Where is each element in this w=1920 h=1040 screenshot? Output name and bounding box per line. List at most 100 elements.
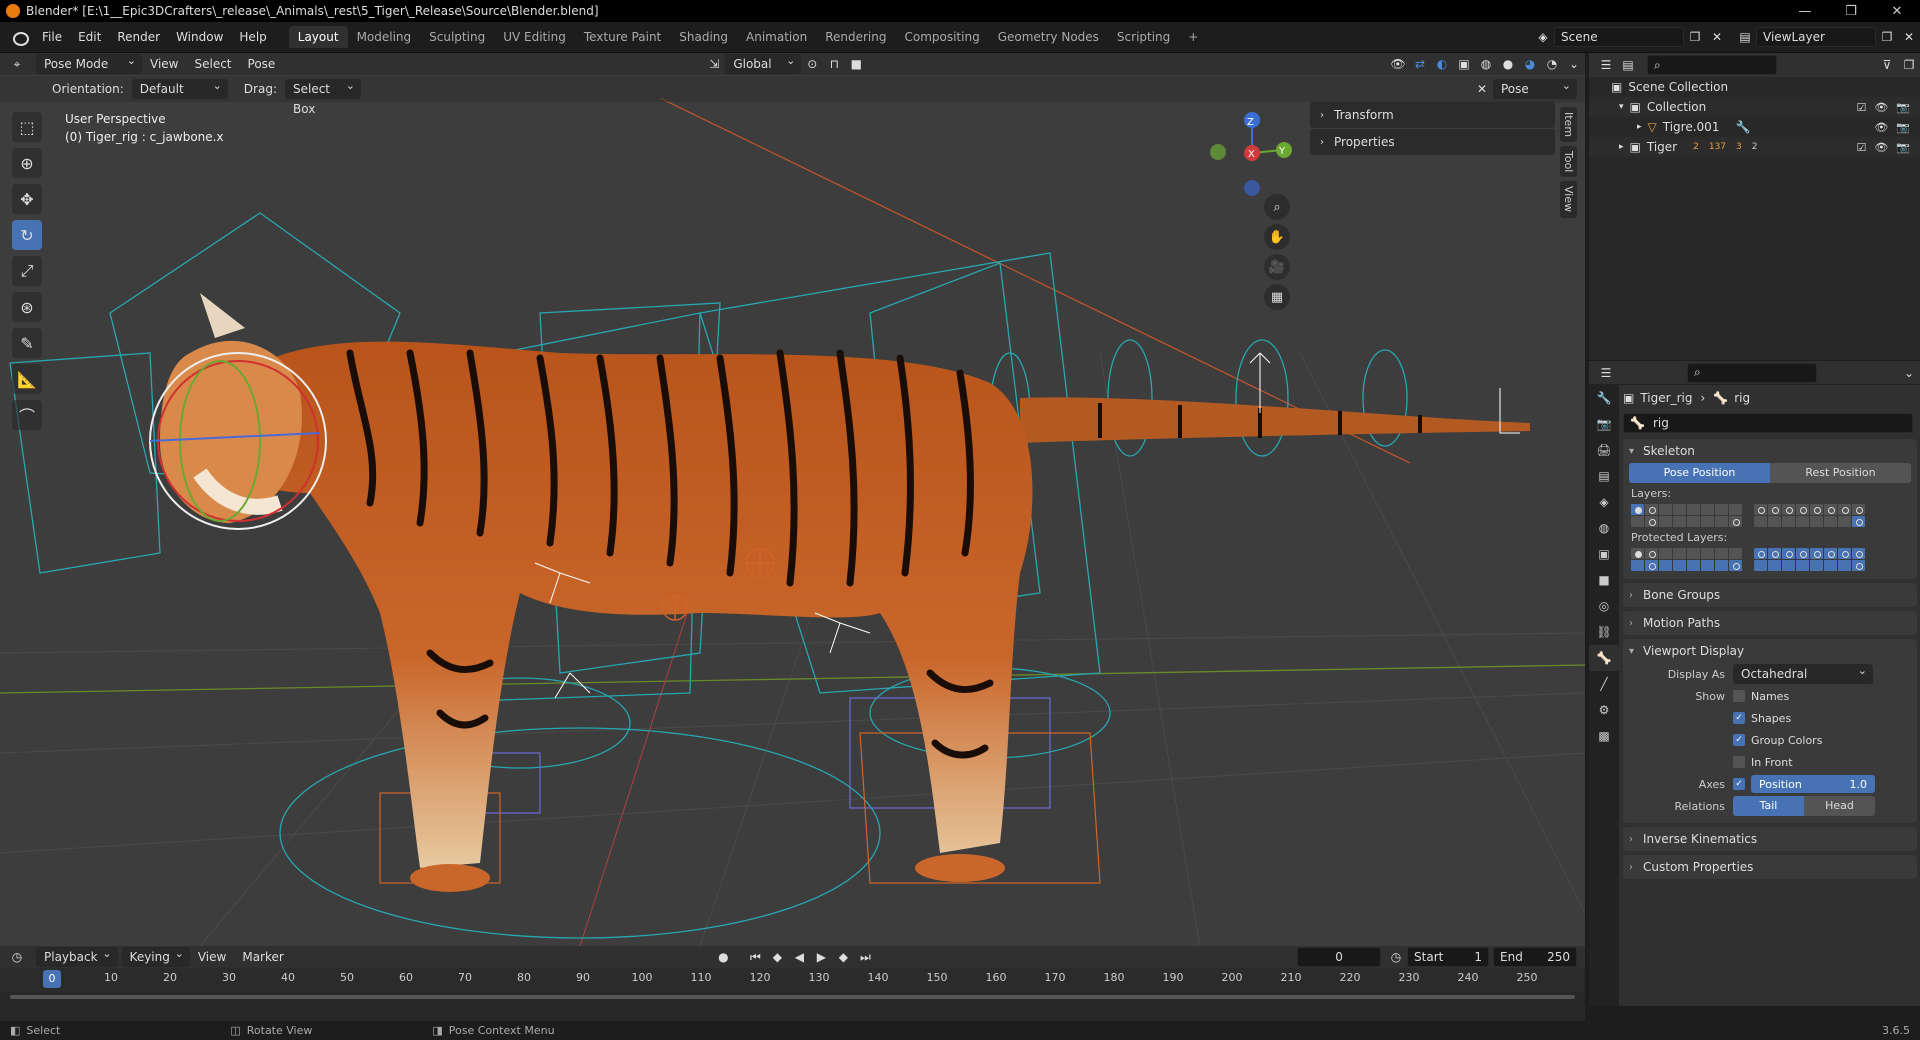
delete-scene-icon[interactable]: ✕: [1706, 27, 1728, 47]
camera-icon[interactable]: 📷: [1896, 101, 1910, 114]
menu-pose[interactable]: Pose: [240, 54, 284, 74]
camera-icon[interactable]: 📷: [1896, 141, 1910, 154]
zoom-view-icon[interactable]: ⌕: [1264, 194, 1290, 220]
armature-data-name-field[interactable]: 🦴 rig: [1623, 413, 1913, 433]
timeline-view-menu[interactable]: View: [190, 947, 234, 967]
properties-options-icon[interactable]: ⌄: [1898, 363, 1920, 383]
scale-tool-icon[interactable]: ⤢: [12, 256, 42, 286]
layer-group-b[interactable]: [1754, 504, 1865, 527]
panel-skeleton-header[interactable]: ▾ Skeleton: [1623, 439, 1917, 463]
menu-help[interactable]: Help: [231, 22, 274, 53]
jump-keyframe-back-icon[interactable]: ◆: [766, 947, 788, 967]
play-reverse-icon[interactable]: ◀: [788, 947, 810, 967]
transform-orientation-dropdown[interactable]: Global: [725, 51, 802, 74]
names-checkbox[interactable]: [1733, 690, 1745, 702]
relations-head-button[interactable]: Head: [1804, 796, 1875, 816]
timeline-scrollbar[interactable]: [0, 992, 1585, 1000]
overlays-toggle-icon[interactable]: ◐: [1431, 54, 1453, 74]
add-workspace-button[interactable]: +: [1179, 26, 1207, 48]
view-layer-icon[interactable]: ▤: [1734, 27, 1756, 47]
menu-render[interactable]: Render: [109, 22, 168, 53]
protected-group-a[interactable]: [1631, 548, 1742, 571]
menu-edit[interactable]: Edit: [70, 22, 109, 53]
menu-file[interactable]: File: [34, 22, 70, 53]
scene-icon[interactable]: ◈: [1532, 27, 1554, 47]
panel-transform[interactable]: › Transform: [1310, 102, 1555, 128]
tab-rendering[interactable]: Rendering: [816, 26, 895, 48]
camera-view-icon[interactable]: 🎥: [1264, 254, 1290, 280]
new-scene-icon[interactable]: ❐: [1684, 27, 1706, 47]
pose-options-dropdown[interactable]: Pose Options: [1493, 76, 1577, 116]
mode-selector[interactable]: Pose Mode: [36, 51, 142, 74]
tab-compositing[interactable]: Compositing: [895, 26, 988, 48]
measure-tool-icon[interactable]: 📐: [12, 364, 42, 394]
tab-shading[interactable]: Shading: [670, 26, 737, 48]
modifiers-tab-icon[interactable]: ◎: [1589, 593, 1619, 619]
display-mode-icon[interactable]: ▤: [1617, 55, 1639, 75]
select-box-tool-icon[interactable]: ⬚: [12, 112, 42, 142]
panel-custom-properties-header[interactable]: › Custom Properties: [1623, 855, 1917, 879]
gizmo-toggle-icon[interactable]: ⇄: [1409, 54, 1431, 74]
new-view-layer-icon[interactable]: ❐: [1876, 27, 1898, 47]
output-tab-icon[interactable]: 🖨: [1589, 437, 1619, 463]
outliner-row-collection[interactable]: ▾ ▣ Collection ☑ 👁 📷: [1589, 97, 1920, 117]
shading-solid-icon[interactable]: ●: [1497, 54, 1519, 74]
preview-range-icon[interactable]: ◷: [1385, 947, 1407, 967]
collection-tab-icon[interactable]: ▣: [1589, 541, 1619, 567]
tab-item[interactable]: Item: [1560, 107, 1577, 143]
group-colors-checkbox[interactable]: ✓: [1733, 734, 1745, 746]
ortho-toggle-icon[interactable]: ▦: [1264, 284, 1290, 310]
menu-view[interactable]: View: [142, 54, 186, 74]
properties-search-input[interactable]: ⌕: [1687, 362, 1817, 383]
camera-icon[interactable]: 📷: [1896, 121, 1910, 134]
eye-icon[interactable]: 👁: [1874, 121, 1888, 134]
filter-icon[interactable]: ⊽: [1876, 55, 1898, 75]
tab-texture-paint[interactable]: Texture Paint: [575, 26, 670, 48]
move-tool-icon[interactable]: ✥: [12, 184, 42, 214]
protected-group-b[interactable]: [1754, 548, 1865, 571]
proportional-edit-icon[interactable]: ■: [845, 54, 867, 74]
3d-viewport[interactable]: Z Y X: [0, 53, 1585, 946]
blender-logo-icon[interactable]: [10, 28, 29, 46]
bone-tab-icon[interactable]: ╱: [1589, 671, 1619, 697]
shading-rendered-icon[interactable]: ◔: [1541, 54, 1563, 74]
outliner-row-scene-collection[interactable]: ▣ Scene Collection: [1589, 77, 1920, 97]
tab-geometry-nodes[interactable]: Geometry Nodes: [989, 26, 1108, 48]
current-frame-field[interactable]: 0: [1297, 947, 1382, 967]
timeline-editor-type-icon[interactable]: ◷: [6, 947, 28, 967]
annotate-tool-icon[interactable]: ✎: [12, 328, 42, 358]
display-as-dropdown[interactable]: Octahedral: [1733, 661, 1873, 684]
end-frame-field[interactable]: End 250: [1493, 947, 1578, 967]
delete-view-layer-icon[interactable]: ✕: [1898, 27, 1920, 47]
pose-position-button[interactable]: Pose Position: [1629, 463, 1770, 483]
start-frame-field[interactable]: Start 1: [1407, 947, 1490, 967]
pivot-point-icon[interactable]: ⊙: [801, 54, 823, 74]
playhead[interactable]: 0: [43, 970, 61, 988]
constraints-tab-icon[interactable]: ⛓: [1589, 619, 1619, 645]
outliner-row-tigre001[interactable]: ▸ ▽ Tigre.001 🔧 👁 📷: [1589, 117, 1920, 137]
bone-constraints-tab-icon[interactable]: ⚙: [1589, 697, 1619, 723]
render-tab-icon[interactable]: 📷: [1589, 411, 1619, 437]
rotate-tool-icon[interactable]: ↻: [12, 220, 42, 250]
scene-tab-icon[interactable]: ◈: [1589, 489, 1619, 515]
shading-material-icon[interactable]: ◕: [1519, 54, 1541, 74]
shading-options-icon[interactable]: ⌄: [1563, 54, 1585, 74]
checkbox-icon[interactable]: ☑: [1856, 141, 1866, 154]
transform-tool-icon[interactable]: ⊛: [12, 292, 42, 322]
outliner-editor-type-icon[interactable]: ☰: [1595, 55, 1617, 75]
object-tab-icon[interactable]: ■: [1589, 567, 1619, 593]
scene-selector[interactable]: Scene: [1554, 27, 1684, 47]
tab-uv-editing[interactable]: UV Editing: [494, 26, 575, 48]
minimize-button[interactable]: —: [1782, 4, 1828, 19]
checkbox-icon[interactable]: ☑: [1856, 101, 1866, 114]
shading-wireframe-icon[interactable]: ◍: [1475, 54, 1497, 74]
playback-menu[interactable]: Playback: [36, 944, 118, 967]
xray-toggle-icon[interactable]: ▣: [1453, 54, 1475, 74]
eye-icon[interactable]: 👁: [1874, 101, 1888, 114]
x-mirror-icon[interactable]: ✕: [1471, 79, 1493, 99]
view-layer-tab-icon[interactable]: ▤: [1589, 463, 1619, 489]
transform-orientation-icon[interactable]: ⇲: [703, 54, 725, 74]
tab-view[interactable]: View: [1560, 181, 1577, 218]
tab-animation[interactable]: Animation: [737, 26, 816, 48]
armature-data-tab-icon[interactable]: 🦴: [1589, 645, 1619, 671]
